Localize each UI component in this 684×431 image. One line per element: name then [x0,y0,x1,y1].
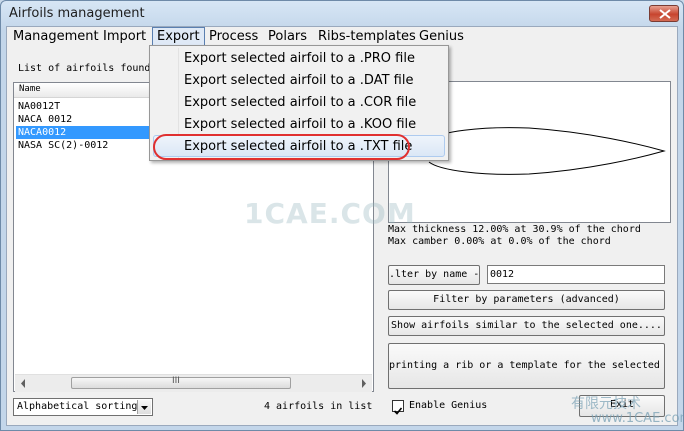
watermark: 1CAE.COM [244,197,416,230]
dropdown-arrow[interactable] [137,400,151,414]
window-title: Airfoils management [9,6,145,21]
enable-genius-checkbox[interactable] [392,400,404,415]
list-item[interactable]: NACA 0012 [18,113,72,126]
list-item[interactable]: NASA SC(2)-0012 [18,139,108,152]
arrow-left-icon [21,379,25,388]
menu-ribs-templates[interactable]: Ribs-templates [314,29,420,45]
menu-management[interactable]: Management [9,29,103,45]
airfoil-count: 4 airfoils in list [264,401,373,412]
export-pro-item[interactable]: Export selected airfoil to a .PRO file [184,49,415,69]
rib-template-button[interactable]: printing a rib or a template for the sel… [388,343,665,389]
menu-bar: Management Import Export Process Polars … [7,27,677,47]
filter-by-parameters-button[interactable]: Filter by parameters (advanced) [388,290,665,310]
sort-select[interactable]: Alphabetical sorting [13,398,153,416]
title-bar[interactable]: Airfoils management [1,1,683,27]
scroll-grip: III [172,376,180,386]
highlight-annotation [153,134,410,160]
show-similar-button[interactable]: Show airfoils similar to the selected on… [388,316,665,336]
thickness-info: Max thickness 12.00% at 30.9% of the cho… [388,224,641,235]
list-label: List of airfoils found [18,63,151,74]
list-item[interactable]: NA0012T [18,100,60,113]
name-filter-input[interactable]: 0012 [487,265,665,284]
app-window: Airfoils management Management Import Ex… [0,0,684,431]
sort-value: Alphabetical sorting [17,401,138,412]
arrow-right-icon [362,379,366,388]
export-koo-item[interactable]: Export selected airfoil to a .KOO file [184,115,416,135]
watermark-url: www.1CAE.com [591,411,684,426]
column-name-header[interactable]: Name [19,84,41,94]
menu-genius[interactable]: Genius [415,29,468,45]
close-icon [659,9,671,19]
scroll-left-arrow[interactable] [15,375,32,392]
close-button[interactable] [649,5,679,22]
enable-genius-label: Enable Genius [409,400,488,411]
chevron-down-icon [141,406,148,410]
camber-info: Max camber 0.00% at 0.0% of the chord [388,236,611,247]
checkmark-icon [393,407,403,415]
menu-polars[interactable]: Polars [264,29,311,45]
scroll-right-arrow[interactable] [355,375,372,392]
list-item-selected[interactable]: NACA0012 [16,126,152,139]
horizontal-scrollbar[interactable]: III [15,374,372,392]
menu-process[interactable]: Process [205,29,262,45]
watermark-cn: 有限元技术 [571,396,641,412]
export-dat-item[interactable]: Export selected airfoil to a .DAT file [184,71,413,91]
export-cor-item[interactable]: Export selected airfoil to a .COR file [184,93,416,113]
menu-export[interactable]: Export [152,27,205,47]
filter-by-name-button[interactable]: .lter by name - [388,265,480,285]
menu-import[interactable]: Import [99,29,150,45]
scroll-thumb[interactable]: III [71,376,291,389]
